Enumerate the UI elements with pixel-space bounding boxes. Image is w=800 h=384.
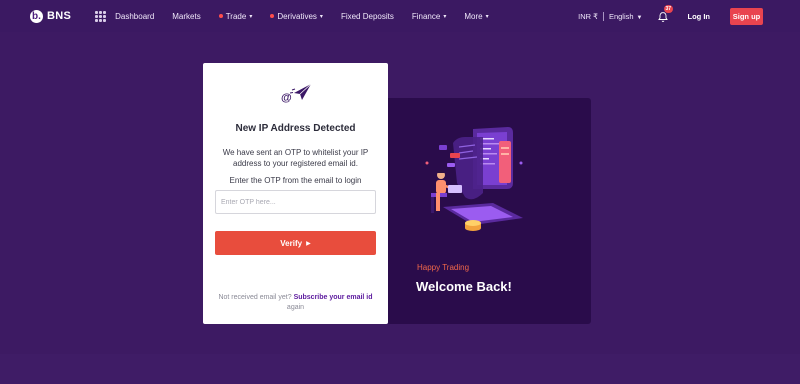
verify-button[interactable]: Verify ▶: [215, 231, 376, 255]
chevron-down-icon: ▾: [443, 13, 447, 20]
language-selector[interactable]: English ▼: [609, 12, 643, 21]
paper-plane-email-icon: @: [281, 83, 312, 104]
nav-item-dashboard[interactable]: Dashboard: [115, 12, 154, 21]
play-arrow-icon: ▶: [306, 240, 311, 247]
language-label: English: [608, 11, 634, 21]
nav-right: INR ₹ English ▼ 37 Log In Sign up: [578, 0, 763, 32]
otp-instruction: Enter the OTP from the email to login: [229, 176, 362, 185]
welcome-card: Happy Trading Welcome Back!: [388, 98, 591, 324]
nav-item-label: Dashboard: [115, 11, 155, 21]
trading-illustration-image: [425, 127, 523, 231]
svg-text:@: @: [281, 92, 292, 104]
resend-prefix: Not received email yet?: [218, 294, 292, 301]
otp-card: @ New IP Address Detected We have sent a…: [203, 63, 388, 324]
nav-item-more[interactable]: More ▾: [464, 12, 488, 21]
resend-text: Not received email yet? Subscribe your e…: [213, 293, 378, 313]
subscribe-email-link[interactable]: Subscribe your email id: [294, 294, 373, 301]
nav-menu: Dashboard Markets Trade ▾ Derivatives ▾ Fixed …: [115, 12, 506, 21]
nav-item-derivatives[interactable]: Derivatives ▾: [270, 12, 323, 21]
live-dot-icon: [270, 14, 275, 18]
nav-item-label: Markets: [172, 11, 201, 21]
welcome-heading: Welcome Back!: [416, 279, 512, 294]
live-dot-icon: [218, 14, 223, 18]
divider: [602, 11, 604, 21]
nav-item-finance[interactable]: Finance ▾: [412, 12, 446, 21]
otp-title: New IP Address Detected: [235, 123, 356, 134]
nav-item-label: Finance: [411, 11, 441, 21]
currency-selector[interactable]: INR ₹: [578, 12, 598, 21]
otp-input[interactable]: [215, 190, 376, 214]
logo-mark-icon: b.: [30, 9, 43, 23]
footer-band: [0, 354, 800, 384]
brand-logo[interactable]: b. BNS: [30, 9, 72, 23]
login-link[interactable]: Log In: [688, 12, 711, 21]
nav-item-label: More: [464, 11, 483, 21]
nav-item-markets[interactable]: Markets: [172, 12, 200, 21]
chevron-down-icon: ▾: [319, 13, 323, 20]
nav-item-label: Derivatives: [277, 11, 317, 21]
notification-badge: 37: [663, 5, 674, 13]
otp-description: We have sent an OTP to whitelist your IP…: [222, 148, 369, 168]
nav-item-trade[interactable]: Trade ▾: [218, 11, 253, 21]
verify-label: Verify: [280, 238, 303, 248]
welcome-tagline: Happy Trading: [417, 263, 470, 272]
chevron-down-icon: ▾: [249, 13, 253, 20]
top-navbar: b. BNS Dashboard Markets Trade ▾ Derivatives…: [0, 0, 800, 32]
nav-item-fixed-deposits[interactable]: Fixed Deposits: [341, 12, 394, 21]
brand-name: BNS: [47, 10, 72, 22]
resend-suffix: again: [286, 304, 305, 311]
chevron-down-icon: ▾: [485, 13, 489, 20]
notification-button[interactable]: 37: [657, 5, 674, 22]
signup-button[interactable]: Sign up: [730, 7, 763, 25]
apps-grid-icon[interactable]: [95, 10, 107, 22]
nav-item-label: Fixed Deposits: [340, 11, 394, 21]
chevron-down-icon: ▼: [636, 14, 643, 21]
nav-item-label: Trade: [225, 11, 247, 21]
